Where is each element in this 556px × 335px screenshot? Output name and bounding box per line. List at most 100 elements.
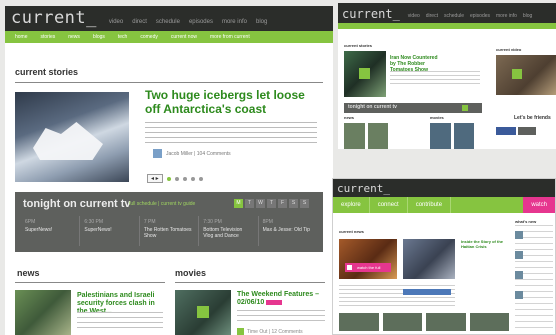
top-nav-item[interactable]: video xyxy=(408,13,420,19)
top-nav-item[interactable]: more info xyxy=(222,19,247,25)
video-thumbnail[interactable] xyxy=(382,313,422,331)
comment-icon xyxy=(237,328,244,335)
site-logo[interactable]: current_ xyxy=(11,9,97,28)
avatar[interactable] xyxy=(153,149,162,158)
play-icon[interactable] xyxy=(347,265,352,270)
featured-video[interactable] xyxy=(344,51,386,97)
top-nav-item[interactable]: episodes xyxy=(189,19,213,25)
movie-thumbnail[interactable] xyxy=(430,123,451,149)
news-thumbnail[interactable] xyxy=(344,123,365,149)
sidebar-thumbnail[interactable] xyxy=(515,271,523,279)
sub-nav-item[interactable]: stories xyxy=(41,34,56,40)
day-tab[interactable]: F xyxy=(278,199,287,208)
news-story-summary xyxy=(77,312,163,332)
video-thumbnail[interactable] xyxy=(469,313,509,331)
tonight-bar: tonight on current tv xyxy=(344,103,482,113)
main-screenshot: current_ video direct schedule episodes … xyxy=(5,6,333,335)
video-thumbnail[interactable] xyxy=(403,239,455,279)
top-nav: video direct schedule episodes more info… xyxy=(408,13,533,21)
pager-dot[interactable] xyxy=(190,176,195,181)
site-logo[interactable]: current_ xyxy=(337,182,390,195)
day-tab[interactable]: T xyxy=(267,199,276,208)
day-tab[interactable]: S xyxy=(300,199,309,208)
slot-time: 6:30 PM xyxy=(84,219,104,225)
nav-connect[interactable]: connect xyxy=(370,197,408,213)
sidebar-thumbnail[interactable] xyxy=(515,231,523,239)
twitter-button[interactable] xyxy=(518,127,536,135)
slot-time: 6PM xyxy=(25,219,36,225)
schedule-slot[interactable]: 7 PM The Rotten Tomatoes Show xyxy=(138,216,198,246)
hero-story-image[interactable] xyxy=(15,92,129,182)
facebook-button[interactable] xyxy=(496,127,516,135)
top-nav-item[interactable]: blog xyxy=(523,13,532,19)
hero-story-headline[interactable]: Two huge icebergs let loose off Antarcti… xyxy=(145,88,315,116)
sub-nav-item[interactable]: news xyxy=(68,34,80,40)
sidebar-thumbnail[interactable] xyxy=(515,291,523,299)
sub-nav-item[interactable]: more from current xyxy=(210,34,250,40)
section-label: current video xyxy=(496,47,522,52)
play-icon[interactable] xyxy=(512,69,522,79)
sub-nav-item[interactable]: home xyxy=(15,34,28,40)
play-icon[interactable] xyxy=(197,306,209,318)
day-tab[interactable]: M xyxy=(234,199,243,208)
tonight-bar-label: tonight on current tv xyxy=(348,104,397,110)
top-nav-item[interactable]: blog xyxy=(256,19,267,25)
schedule-slot[interactable]: 6:30 PM SuperNews! xyxy=(79,216,138,246)
top-nav-item[interactable]: episodes xyxy=(470,13,490,19)
sub-nav-item[interactable]: current now xyxy=(171,34,197,40)
sub-nav-item[interactable]: blogs xyxy=(93,34,105,40)
nav-explore[interactable]: explore xyxy=(333,197,370,213)
pager-dot[interactable] xyxy=(198,176,203,181)
section-label: current news xyxy=(339,229,364,234)
pager-dot[interactable] xyxy=(174,176,179,181)
slot-show: The Rotten Tomatoes Show xyxy=(143,227,192,239)
day-tab[interactable]: W xyxy=(256,199,265,208)
section-divider xyxy=(15,82,323,83)
movie-story-headline[interactable]: The Weekend Features – 02/06/10 xyxy=(237,291,329,307)
nav-watch[interactable]: watch xyxy=(523,197,555,213)
day-tab[interactable] xyxy=(462,105,468,111)
schedule-slot[interactable]: 8PM Max & Jesse: Old Tip xyxy=(257,216,317,246)
movies-heading: movies xyxy=(175,268,207,278)
pager-dot[interactable] xyxy=(182,176,187,181)
schedule-slot[interactable]: 6PM SuperNews! xyxy=(21,216,79,246)
schedule-link[interactable]: full schedule | current tv guide xyxy=(129,201,195,207)
top-nav-item[interactable]: more info xyxy=(496,13,517,19)
play-icon[interactable] xyxy=(359,68,370,79)
nav-contribute[interactable]: contribute xyxy=(408,197,452,213)
link-bar[interactable] xyxy=(403,289,451,295)
news-thumbnail[interactable] xyxy=(367,123,388,149)
video-thumbnail[interactable] xyxy=(426,313,466,331)
top-nav-item[interactable]: direct xyxy=(426,13,438,19)
sub-nav xyxy=(338,23,556,29)
pager-dot[interactable] xyxy=(166,176,171,181)
social-buttons xyxy=(496,127,538,141)
movie-thumbnail[interactable] xyxy=(453,123,474,149)
video-title[interactable]: Inside the Story of the Haitian Crisis xyxy=(461,239,509,249)
movie-story-summary xyxy=(237,310,325,324)
site-logo[interactable]: current_ xyxy=(342,7,400,21)
hero-story-byline[interactable]: Jacob Miller | 104 Comments xyxy=(166,151,231,157)
movie-story-byline[interactable]: Time Out | 12 Comments xyxy=(247,329,303,335)
top-nav-item[interactable]: schedule xyxy=(444,13,464,19)
day-tab[interactable]: T xyxy=(245,199,254,208)
sub-nav-item[interactable]: tech xyxy=(118,34,127,40)
top-nav-item[interactable]: video xyxy=(109,19,123,25)
featured-video[interactable]: watch the full xyxy=(339,239,397,279)
sub-nav-item[interactable]: comedy xyxy=(140,34,158,40)
main-nav-bar: explore connect contribute watch xyxy=(333,197,555,213)
news-story-image[interactable] xyxy=(15,290,71,335)
schedule-slot[interactable]: 7:30 PM Bottom Television Vlog and Dance xyxy=(198,216,257,246)
pager-arrows-button[interactable]: ◂ ▸ xyxy=(147,174,163,183)
video-thumbnail[interactable] xyxy=(339,313,379,331)
movie-story-image[interactable] xyxy=(175,290,231,335)
top-nav-item[interactable]: direct xyxy=(132,19,147,25)
section-divider xyxy=(175,282,325,283)
top-nav-item[interactable]: schedule xyxy=(156,19,180,25)
video-thumbnail[interactable] xyxy=(496,55,556,95)
site-header: current_ xyxy=(333,179,555,197)
day-tab[interactable]: S xyxy=(289,199,298,208)
sidebar-thumbnail[interactable] xyxy=(515,251,523,259)
section-divider xyxy=(15,282,165,283)
slot-show: Max & Jesse: Old Tip xyxy=(262,227,310,233)
